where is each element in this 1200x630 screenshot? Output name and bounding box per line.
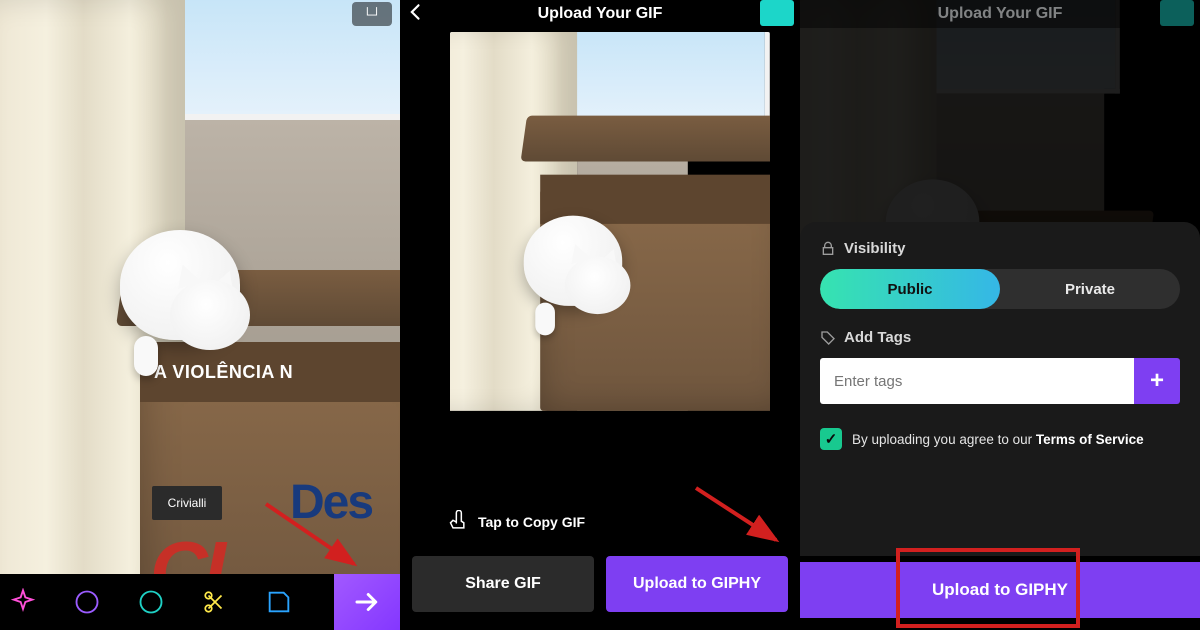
header-title: Upload Your GIF xyxy=(538,5,663,23)
tap-to-copy[interactable]: Tap to Copy GIF xyxy=(448,510,585,534)
back-icon[interactable] xyxy=(406,2,426,27)
loop-icon[interactable] xyxy=(134,585,168,619)
panel-edit: A VIOLÊNCIA N Crivialli Des CI └┘ xyxy=(0,0,400,630)
tap-icon xyxy=(448,510,468,534)
checkbox-icon[interactable]: ✓ xyxy=(820,428,842,450)
visibility-toggle[interactable]: Public Private xyxy=(820,269,1180,309)
screen-header: Upload Your GIF xyxy=(400,0,800,28)
panel-upload-preview: Upload Your GIF Tap to Copy GIF Share GI… xyxy=(400,0,800,630)
upload-label: Upload to GIPHY xyxy=(633,575,761,593)
header-title: Upload Your GIF xyxy=(938,5,1063,23)
gif-preview[interactable] xyxy=(450,32,770,500)
tag-icon xyxy=(820,330,836,346)
gif-preview: A VIOLÊNCIA N Crivialli Des CI xyxy=(0,0,400,630)
tags-input[interactable] xyxy=(820,358,1134,404)
agree-text: By uploading you agree to our xyxy=(852,432,1036,447)
cut-icon[interactable] xyxy=(198,585,232,619)
panel-upload-sheet: Upload Your GIF Visibility Public Privat… xyxy=(800,0,1200,630)
upload-to-giphy-button[interactable]: Upload to GIPHY xyxy=(606,556,788,612)
terms-agree[interactable]: ✓ By uploading you agree to our Terms of… xyxy=(820,428,1180,450)
cat-illustration xyxy=(100,210,260,370)
sticker-icon[interactable] xyxy=(262,585,296,619)
box-text-des: Des xyxy=(290,475,372,530)
share-gif-button[interactable]: Share GIF xyxy=(412,556,594,612)
arrow-right-icon xyxy=(352,587,382,617)
box-brand: Crivialli xyxy=(152,486,222,520)
screen-header: Upload Your GIF xyxy=(800,0,1200,28)
aspect-toggle[interactable]: └┘ xyxy=(352,2,392,26)
next-button[interactable] xyxy=(334,574,400,630)
lock-icon xyxy=(820,241,836,257)
header-action-icon[interactable] xyxy=(1160,0,1194,26)
add-tag-button[interactable]: + xyxy=(1134,358,1180,404)
terms-link[interactable]: Terms of Service xyxy=(1036,432,1144,447)
upload-label: Upload to GIPHY xyxy=(932,580,1068,600)
visibility-private[interactable]: Private xyxy=(1000,269,1180,309)
upload-to-giphy-button[interactable]: Upload to GIPHY xyxy=(800,562,1200,618)
share-gif-label: Share GIF xyxy=(465,575,541,593)
visibility-label: Visibility xyxy=(844,240,905,257)
tags-label: Add Tags xyxy=(844,329,911,346)
header-action-icon[interactable] xyxy=(760,0,794,26)
fx-icon[interactable] xyxy=(70,585,104,619)
plus-icon: + xyxy=(1150,367,1164,395)
upload-options-sheet: Visibility Public Private Add Tags + ✓ xyxy=(800,222,1200,556)
tap-to-copy-label: Tap to Copy GIF xyxy=(478,514,585,530)
sparkle-icon[interactable] xyxy=(6,585,40,619)
visibility-public[interactable]: Public xyxy=(820,269,1000,309)
